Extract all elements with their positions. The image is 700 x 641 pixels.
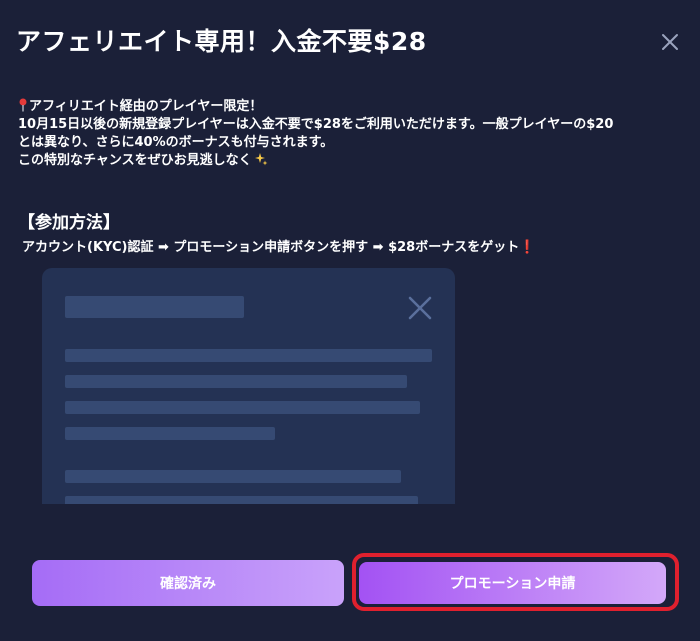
illustration-title-bar xyxy=(65,296,244,318)
dialog-title: アフェリエイト専用！入金不要$28 xyxy=(16,27,427,56)
illustration-line xyxy=(65,375,407,388)
confirm-button[interactable]: 確認済み xyxy=(32,560,344,606)
pin-icon xyxy=(18,98,28,112)
how-to-steps: アカウント(KYC)認証 ➡ プロモーション申請ボタンを押す ➡ $28ボーナス… xyxy=(22,240,536,255)
illustration-close-icon xyxy=(408,296,432,320)
promo-description: アフィリエイト経由のプレイヤー限定！ 10月15日以後の新規登録プレイヤーは入金… xyxy=(18,98,688,170)
sparkles-icon xyxy=(254,152,268,166)
description-line-3: とは異なり、さらに40%のボーナスも付与されます。 xyxy=(18,135,334,150)
description-text-1: アフィリエイト経由のプレイヤー限定！ xyxy=(29,99,263,114)
promotion-apply-button[interactable]: プロモーション申請 xyxy=(359,562,666,604)
description-line-2: 10月15日以後の新規登録プレイヤーは入金不要で$28をご利用いただけます。一般… xyxy=(18,117,614,132)
promo-dialog: アフェリエイト専用！入金不要$28 アフィリエイト経由のプレイヤー限定！ 10月… xyxy=(0,0,700,641)
illustration-line xyxy=(65,427,275,440)
dialog-mockup-illustration xyxy=(42,268,455,504)
close-icon[interactable] xyxy=(658,30,682,54)
illustration-line xyxy=(65,496,418,504)
illustration-line xyxy=(65,401,420,414)
description-text-4: この特別なチャンスをぜひお見逃しなく xyxy=(18,153,252,168)
description-line-1: アフィリエイト経由のプレイヤー限定！ xyxy=(18,98,688,116)
description-line-4: この特別なチャンスをぜひお見逃しなく xyxy=(18,152,688,170)
illustration-line xyxy=(65,349,432,362)
how-to-title: 【参加方法】 xyxy=(18,213,120,233)
illustration-line xyxy=(65,470,401,483)
